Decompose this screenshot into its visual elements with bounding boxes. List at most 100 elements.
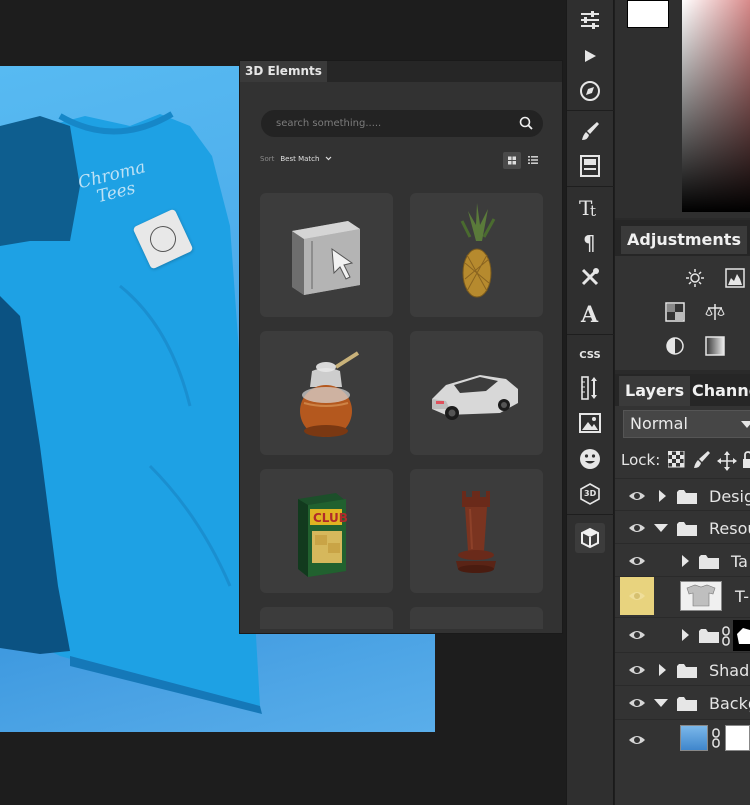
lock-transparency-icon[interactable] [668, 451, 686, 469]
cube-icon[interactable] [575, 523, 605, 553]
club-box-icon: CLUB [298, 493, 348, 577]
blend-mode-select[interactable]: Normal [623, 410, 750, 438]
layer-row[interactable]: Desig [615, 478, 750, 513]
folder-icon [677, 664, 697, 678]
link-chain-icon [722, 626, 730, 646]
play-icon[interactable] [575, 41, 605, 71]
layer-row[interactable]: Ta [615, 543, 750, 578]
layer-name: Shado [709, 660, 750, 680]
sort-control[interactable]: Sort Best Match [260, 155, 332, 163]
visibility-eye-icon[interactable] [620, 544, 654, 578]
lock-label: Lock: [621, 451, 661, 469]
svg-text:A: A [580, 302, 599, 324]
layout-icon[interactable] [575, 151, 605, 181]
expand-arrow-icon[interactable] [657, 489, 667, 503]
folder-icon [677, 522, 697, 536]
gradient-map-icon[interactable] [705, 336, 725, 356]
layer-row[interactable] [615, 719, 750, 759]
layer-row[interactable]: Backg [615, 685, 750, 720]
layer-row-selected[interactable]: T- [615, 576, 750, 615]
visibility-eye-icon[interactable] [620, 479, 654, 513]
honey-jar-icon [300, 351, 360, 437]
color-picker-field[interactable] [682, 0, 750, 212]
brightness-icon[interactable] [685, 268, 705, 288]
list-view-icon[interactable] [527, 154, 539, 166]
tools-icon[interactable] [575, 262, 605, 292]
lock-move-icon[interactable] [717, 451, 737, 471]
image-icon[interactable] [575, 408, 605, 438]
layer-name: Ta [731, 551, 748, 571]
lock-all-icon[interactable] [743, 451, 750, 469]
visibility-eye-icon[interactable] [620, 720, 654, 759]
right-panels: Adjustments Layers Channe Normal Lock: D… [615, 0, 750, 805]
visibility-eye-icon[interactable] [620, 618, 654, 652]
curves-icon[interactable] [665, 302, 685, 322]
grid-view-button[interactable] [503, 152, 521, 169]
font-a-icon[interactable]: A [575, 298, 605, 328]
sort-value[interactable]: Best Match [280, 155, 319, 163]
levels-icon[interactable] [725, 268, 745, 288]
tab-adjustments[interactable]: Adjustments [621, 226, 747, 254]
pilcrow-icon[interactable]: ¶ [575, 227, 605, 257]
layer-name: T- [735, 586, 750, 606]
toolstrip-divider [567, 186, 614, 187]
layer-row[interactable] [615, 617, 750, 652]
folder-icon [677, 697, 697, 711]
visibility-eye-icon[interactable] [620, 511, 654, 545]
tab-layers[interactable]: Layers [619, 376, 691, 406]
ruler-icon[interactable] [575, 373, 605, 403]
car-icon [432, 375, 518, 420]
sliders-icon[interactable] [575, 5, 605, 35]
asset-card-pineapple[interactable] [410, 193, 543, 317]
emoji-icon[interactable] [575, 444, 605, 474]
3d-icon[interactable]: 3D [575, 479, 605, 509]
balance-icon[interactable] [705, 302, 725, 322]
expand-arrow-icon[interactable] [657, 663, 667, 677]
layer-mask-thumbnail [725, 725, 750, 751]
asset-card-honey-jar[interactable] [260, 331, 393, 455]
css-icon[interactable]: CSS [575, 340, 605, 370]
search-input[interactable] [276, 110, 506, 137]
toolstrip-divider [567, 334, 614, 335]
blend-mode-value: Normal [630, 414, 688, 433]
app-root: Chroma Tees 3D Elemnts SortBest Match [0, 0, 750, 805]
expand-arrow-icon[interactable] [680, 554, 690, 568]
mac-pro-icon [292, 221, 360, 295]
text-tt-icon[interactable]: Tt [575, 192, 605, 222]
expand-arrow-icon[interactable] [680, 628, 690, 642]
asset-card-chess-rook[interactable] [410, 469, 543, 593]
svg-text:t: t [590, 202, 596, 219]
collapse-arrow-icon[interactable] [653, 523, 669, 533]
foreground-swatch[interactable] [627, 0, 669, 28]
visibility-eye-icon[interactable] [620, 577, 654, 615]
compass-icon[interactable] [575, 76, 605, 106]
sort-label: Sort [260, 155, 275, 163]
brush-icon[interactable] [575, 116, 605, 146]
layer-row[interactable]: Resou [615, 510, 750, 545]
panel-body: Sort Best Match [240, 82, 562, 633]
adjustments-panel [615, 256, 750, 370]
gradient-layer-thumbnail [680, 725, 708, 751]
asset-card-sports-car[interactable] [410, 331, 543, 455]
tab-channels[interactable]: Channe [692, 376, 750, 406]
folder-icon [677, 490, 697, 504]
folder-icon [699, 555, 719, 569]
contrast-icon[interactable] [665, 336, 685, 356]
toolstrip-divider [567, 110, 614, 111]
layer-row[interactable]: Shado [615, 652, 750, 687]
asset-card-club-box[interactable]: CLUB [260, 469, 393, 593]
tab-3d-elements[interactable]: 3D Elemnts [240, 61, 327, 82]
tool-strip: Tt ¶ A CSS 3D [566, 0, 614, 805]
collapse-arrow-icon[interactable] [653, 698, 669, 708]
color-panel [615, 0, 750, 218]
asset-card-partial-1[interactable] [260, 607, 393, 629]
search-bar[interactable] [261, 110, 543, 137]
asset-card-partial-2[interactable] [410, 607, 543, 629]
layer-name: Backg [709, 693, 750, 713]
search-icon[interactable] [519, 116, 533, 130]
asset-card-mac-pro[interactable] [260, 193, 393, 317]
visibility-eye-icon[interactable] [620, 686, 654, 720]
lock-paint-icon[interactable] [693, 450, 711, 470]
visibility-eye-icon[interactable] [620, 653, 654, 687]
layer-name: Resou [709, 518, 750, 538]
